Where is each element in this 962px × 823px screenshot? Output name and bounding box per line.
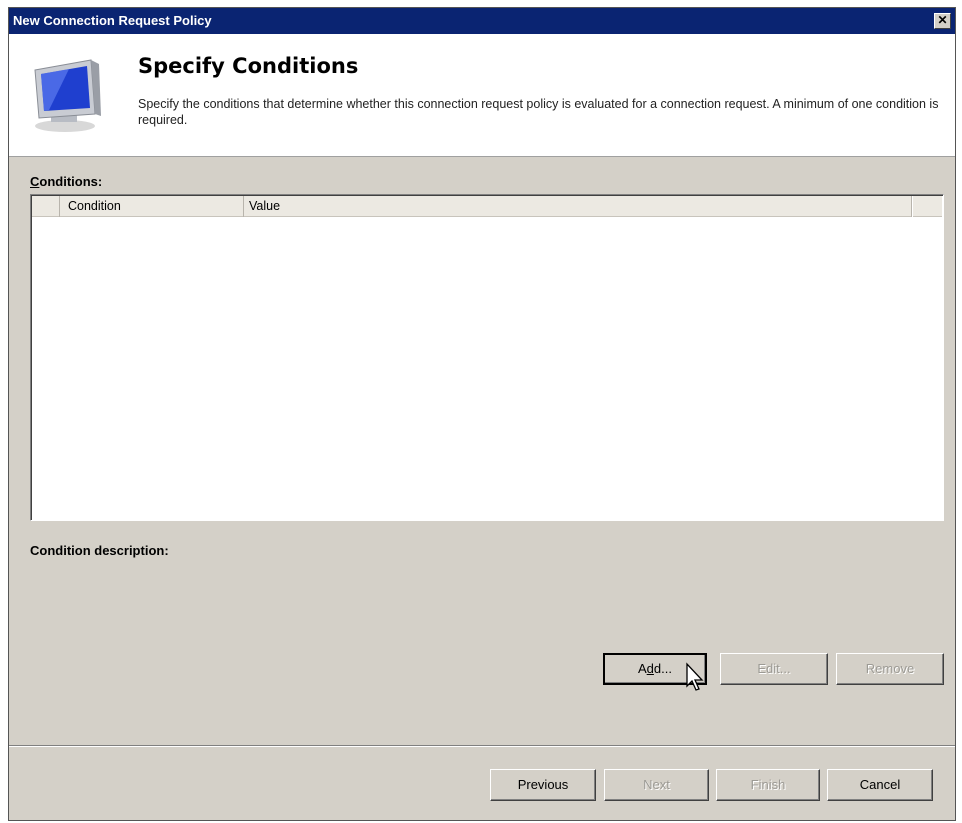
finish-button[interactable]: Finish <box>716 769 820 801</box>
next-button[interactable]: Next <box>604 769 709 801</box>
page-title: Specify Conditions <box>138 54 359 78</box>
close-button[interactable]: ✕ <box>934 13 951 29</box>
edit-button-label: Edit... <box>757 661 791 676</box>
list-header: Condition Value <box>32 196 942 217</box>
title-bar: New Connection Request Policy ✕ <box>9 8 955 34</box>
close-icon: ✕ <box>937 13 948 27</box>
cancel-button-label: Cancel <box>859 777 901 792</box>
finish-button-label: Finish <box>750 777 786 792</box>
footer-separator <box>9 745 955 747</box>
next-button-label: Next <box>643 777 670 792</box>
edit-button[interactable]: Edit... <box>720 653 828 685</box>
cancel-button[interactable]: Cancel <box>827 769 933 801</box>
previous-button[interactable]: Previous <box>490 769 596 801</box>
previous-button-label: Previous <box>517 777 569 792</box>
page-description: Specify the conditions that determine wh… <box>138 97 939 127</box>
add-button-accel: d <box>646 661 654 676</box>
mouse-pointer-icon <box>686 662 704 691</box>
remove-button[interactable]: Remove <box>836 653 944 685</box>
conditions-label-accel: C <box>30 174 40 189</box>
conditions-list[interactable]: Condition Value <box>30 194 944 521</box>
conditions-label: Conditions: <box>30 174 102 189</box>
window-title: New Connection Request Policy <box>13 13 212 28</box>
remove-button-label: Remove <box>865 661 915 676</box>
column-header-end <box>912 196 942 217</box>
dialog-window: New Connection Request Policy ✕ Specify … <box>8 7 956 821</box>
column-header-blank[interactable] <box>32 196 60 217</box>
condition-description-label: Condition description: <box>30 543 169 558</box>
add-button-label: Add... <box>638 661 672 676</box>
conditions-label-text: onditions: <box>39 174 103 189</box>
column-header-condition[interactable]: Condition <box>60 196 244 217</box>
column-header-value[interactable]: Value <box>244 196 912 217</box>
wizard-header: Specify Conditions Specify the condition… <box>9 34 955 157</box>
computer-monitor-icon <box>34 59 101 132</box>
